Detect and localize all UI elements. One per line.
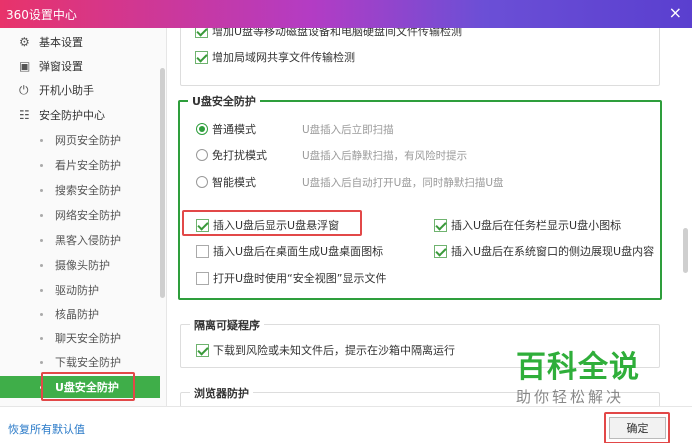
sidebar-item-label: 黑客入侵防护	[55, 234, 121, 247]
sidebar-item-label: 网页安全防护	[55, 134, 121, 147]
option-safe-view[interactable]: 打开U盘时使用“安全视图”显示文件	[196, 270, 386, 286]
group-title: 隔离可疑程序	[190, 317, 264, 333]
option-label: 插入U盘后显示U盘悬浮窗	[213, 219, 340, 232]
mode-normal[interactable]: 普通模式 U盘插入后立即扫描	[196, 121, 394, 137]
sidebar-subitem-driver[interactable]: 驱动防护	[0, 278, 160, 302]
mode-smart[interactable]: 智能模式 U盘插入后自动打开U盘，同时静默扫描U盘	[196, 174, 504, 190]
checkbox[interactable]	[195, 50, 208, 64]
mode-label: 普通模式	[212, 123, 256, 136]
sidebar-item-label: 聊天安全防护	[55, 332, 121, 345]
sidebar-item-label: 网络安全防护	[55, 209, 121, 222]
checkbox[interactable]	[196, 343, 209, 357]
watermark-title: 百科全说	[516, 350, 640, 385]
sidebar-item-label: 驱动防护	[55, 284, 99, 297]
sidebar-item-popup-settings[interactable]: ▣ 弹窗设置	[0, 54, 160, 78]
option-row[interactable]: 增加U盘等移动磁盘设备和电脑硬盘间文件传输检测	[195, 28, 462, 39]
sidebar-subitem-kernel[interactable]: 核晶防护	[0, 302, 160, 326]
sidebar-subitem-download[interactable]: 下载安全防护	[0, 350, 160, 374]
mode-desc: U盘插入后静默扫描，有风险时提示	[302, 149, 468, 162]
option-label: 插入U盘后在任务栏显示U盘小图标	[451, 219, 622, 232]
option-taskbar-icon[interactable]: 插入U盘后在任务栏显示U盘小图标	[434, 217, 621, 233]
restore-defaults-link[interactable]: 恢复所有默认值	[8, 421, 85, 437]
sidebar-subitem-network[interactable]: 网络安全防护	[0, 203, 160, 227]
sidebar-item-label: 看片安全防护	[55, 159, 121, 172]
sidebar-scrollbar[interactable]	[160, 68, 165, 298]
option-label: 插入U盘后在系统窗口的侧边展现U盘内容	[451, 245, 655, 258]
mode-desc: U盘插入后自动打开U盘，同时静默扫描U盘	[302, 176, 504, 189]
sidebar-subitem-usb-active[interactable]: U盘安全防护	[0, 376, 160, 398]
sidebar-item-label: 摄像头防护	[55, 259, 110, 272]
watermark-subtitle: 助你轻松解决	[516, 388, 625, 406]
checkbox[interactable]	[196, 271, 209, 285]
group-title: 浏览器防护	[190, 385, 253, 401]
group-title: U盘安全防护	[188, 93, 260, 109]
radio-button[interactable]	[196, 176, 208, 188]
sidebar-subitem-chat[interactable]: 聊天安全防护	[0, 326, 160, 350]
option-label: 增加局域网共享文件传输检测	[212, 51, 355, 64]
option-label: 打开U盘时使用“安全视图”显示文件	[213, 272, 387, 285]
mode-do-not-disturb[interactable]: 免打扰模式 U盘插入后静默扫描，有风险时提示	[196, 147, 467, 163]
sidebar-subitem-camera[interactable]: 摄像头防护	[0, 253, 160, 277]
checkbox[interactable]	[434, 218, 447, 232]
sidebar-subitem-search[interactable]: 搜索安全防护	[0, 178, 160, 202]
sidebar-item-label: 基本设置	[39, 36, 83, 49]
power-icon: ⏻	[19, 83, 29, 97]
sidebar: ⚙ 基本设置 ▣ 弹窗设置 ⏻ 开机小助手 ☷ 安全防护中心 网页安全防护 看片…	[0, 28, 167, 406]
option-desktop-icon[interactable]: 插入U盘后在桌面生成U盘桌面图标	[196, 243, 383, 259]
checkbox[interactable]	[196, 244, 209, 258]
option-label: 下载到风险或未知文件后，提示在沙箱中隔离运行	[213, 344, 455, 357]
watermark-logo: 百科全说 助你轻松解决	[516, 352, 648, 407]
title-bar: 360设置中心 ×	[0, 0, 692, 28]
mode-label: 免打扰模式	[212, 149, 267, 162]
sidebar-item-label: U盘安全防护	[55, 381, 119, 394]
sidebar-item-label: 安全防护中心	[39, 109, 105, 122]
option-show-floating-window[interactable]: 插入U盘后显示U盘悬浮窗	[196, 217, 339, 233]
checkbox[interactable]	[196, 218, 209, 232]
checkbox[interactable]	[434, 244, 447, 258]
sidebar-item-basic-settings[interactable]: ⚙ 基本设置	[0, 30, 160, 54]
option-row[interactable]: 增加局域网共享文件传输检测	[195, 49, 355, 65]
sidebar-item-label: 开机小助手	[39, 84, 94, 97]
radio-button[interactable]	[196, 123, 208, 135]
mode-label: 智能模式	[212, 176, 256, 189]
ok-button[interactable]: 确定	[609, 417, 666, 439]
sidebar-item-label: 弹窗设置	[39, 60, 83, 73]
sidebar-item-security-center[interactable]: ☷ 安全防护中心	[0, 103, 160, 127]
shield-grid-icon: ☷	[19, 108, 30, 122]
window-icon: ▣	[19, 59, 31, 73]
option-sandbox[interactable]: 下载到风险或未知文件后，提示在沙箱中隔离运行	[196, 342, 455, 358]
sidebar-subitem-video[interactable]: 看片安全防护	[0, 153, 160, 177]
mode-desc: U盘插入后立即扫描	[302, 123, 394, 136]
radio-button[interactable]	[196, 149, 208, 161]
option-side-panel[interactable]: 插入U盘后在系统窗口的侧边展现U盘内容	[434, 243, 654, 259]
sidebar-subitem-hacker[interactable]: 黑客入侵防护	[0, 228, 160, 252]
content-scrollbar[interactable]	[683, 228, 688, 273]
window-title: 360设置中心	[6, 8, 77, 22]
sidebar-item-label: 核晶防护	[55, 308, 99, 321]
sidebar-subitem-web[interactable]: 网页安全防护	[0, 128, 160, 152]
footer: 恢复所有默认值 确定	[0, 406, 692, 443]
checkbox[interactable]	[195, 28, 208, 38]
gear-icon: ⚙	[19, 35, 30, 49]
option-label: 插入U盘后在桌面生成U盘桌面图标	[213, 245, 384, 258]
option-label: 增加U盘等移动磁盘设备和电脑硬盘间文件传输检测	[212, 28, 463, 38]
close-icon[interactable]: ×	[669, 3, 682, 22]
sidebar-item-label: 下载安全防护	[55, 356, 121, 369]
sidebar-item-label: 搜索安全防护	[55, 184, 121, 197]
sidebar-item-startup-helper[interactable]: ⏻ 开机小助手	[0, 78, 160, 102]
